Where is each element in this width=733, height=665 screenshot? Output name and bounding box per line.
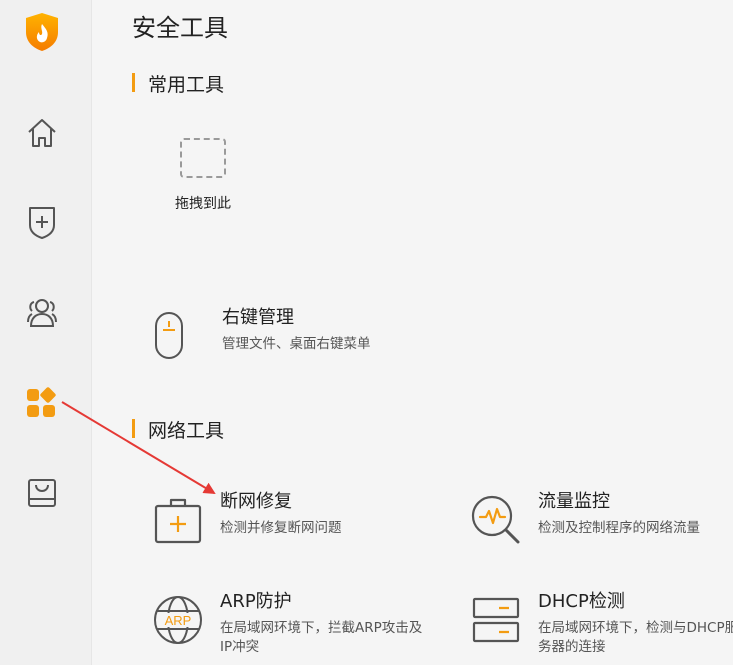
drop-slot[interactable]: 拖拽到此 [148, 138, 258, 213]
tool-desc: 检测及控制程序的网络流量 [538, 520, 700, 536]
tool-arp-protection[interactable]: ARP ARP防护 在局域网环境下，拦截ARP攻击及IP冲突 [152, 591, 430, 657]
tool-name: DHCP检测 [538, 591, 625, 612]
svg-text:ARP: ARP [165, 613, 192, 628]
sidebar-item-users[interactable] [24, 294, 60, 330]
tool-name: 断网修复 [220, 491, 292, 512]
sidebar-item-protection[interactable] [24, 204, 60, 240]
tool-name: 流量监控 [538, 491, 610, 512]
users-icon [27, 299, 57, 327]
tool-desc: 检测并修复断网问题 [220, 520, 342, 536]
tool-desc: 在局域网环境下，检测与DHCP服务器的连接 [538, 620, 733, 655]
tool-traffic-monitor[interactable]: 流量监控 检测及控制程序的网络流量 [470, 491, 733, 546]
tool-name: ARP防护 [220, 591, 292, 612]
medkit-icon [152, 494, 204, 546]
apps-icon [27, 387, 56, 417]
section-title-common: 常用工具 [132, 70, 224, 97]
drop-slot-label: 拖拽到此 [175, 196, 231, 212]
section-title-network: 网络工具 [132, 416, 224, 443]
sidebar [0, 0, 92, 665]
mouse-icon [154, 310, 184, 362]
sidebar-item-box[interactable] [24, 475, 60, 511]
tool-net-repair[interactable]: 断网修复 检测并修复断网问题 [152, 491, 430, 546]
server-icon [470, 594, 522, 646]
tool-desc: 在局域网环境下，拦截ARP攻击及IP冲突 [220, 620, 423, 655]
sidebar-item-tools[interactable] [24, 385, 60, 421]
sidebar-item-home[interactable] [24, 115, 60, 151]
drop-target-box[interactable] [180, 138, 226, 178]
main-content: 安全工具 常用工具 拖拽到此 右键管理 管理文件、桌面右键菜单 网络工具 断网修… [92, 0, 733, 665]
tool-desc: 管理文件、桌面右键菜单 [222, 336, 371, 352]
shield-plus-icon [29, 207, 55, 239]
magnifier-pulse-icon [470, 494, 522, 546]
tool-dhcp-check[interactable]: DHCP检测 在局域网环境下，检测与DHCP服务器的连接 [470, 591, 733, 657]
tool-name: 右键管理 [222, 307, 294, 328]
home-icon [28, 119, 56, 147]
page-title: 安全工具 [132, 14, 228, 42]
box-icon [28, 479, 56, 507]
globe-arp-icon: ARP [152, 594, 204, 646]
shield-flame-logo-icon [24, 12, 60, 52]
tool-right-click-manage[interactable]: 右键管理 管理文件、桌面右键菜单 [154, 307, 432, 362]
